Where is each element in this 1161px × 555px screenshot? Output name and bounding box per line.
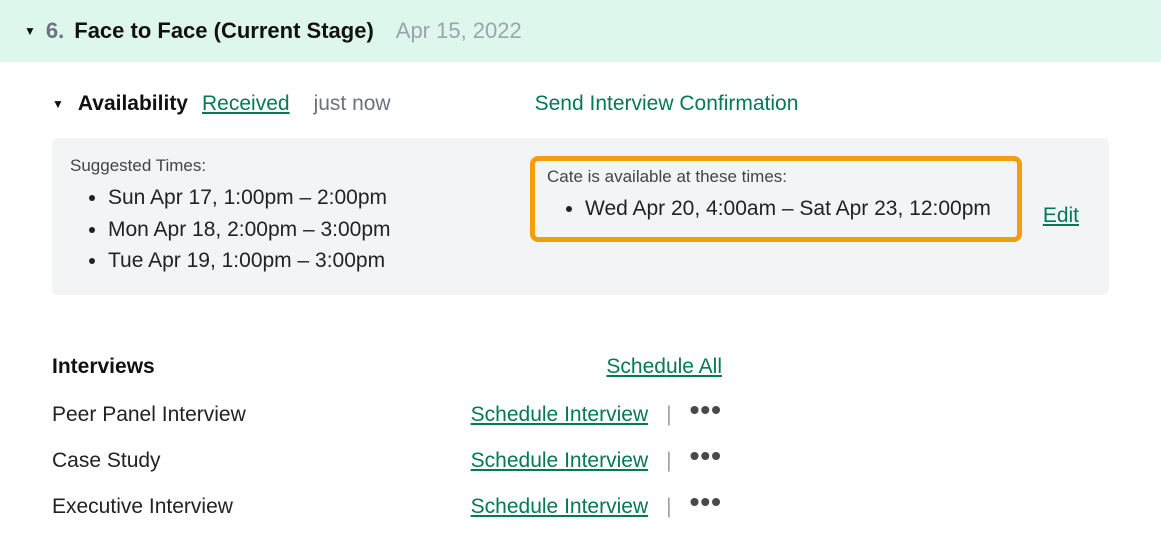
interview-row: Executive Interview Schedule Interview |…: [52, 495, 722, 519]
suggested-times-list: Sun Apr 17, 1:00pm – 2:00pm Mon Apr 18, …: [70, 182, 530, 277]
interview-row: Case Study Schedule Interview | •••: [52, 449, 722, 473]
divider: |: [666, 495, 671, 519]
divider: |: [666, 449, 671, 473]
suggested-times-column: Suggested Times: Sun Apr 17, 1:00pm – 2:…: [70, 156, 530, 277]
availability-row: ▼ Availability Received just now Send In…: [52, 92, 1109, 116]
interview-name: Peer Panel Interview: [52, 403, 246, 427]
availability-status-link[interactable]: Received: [202, 92, 290, 116]
stage-title: Face to Face (Current Stage): [74, 18, 374, 44]
suggested-times-label: Suggested Times:: [70, 156, 530, 176]
divider: |: [666, 403, 671, 427]
list-item: Wed Apr 20, 4:00am – Sat Apr 23, 12:00pm: [585, 193, 991, 225]
interview-name: Executive Interview: [52, 495, 233, 519]
schedule-interview-link[interactable]: Schedule Interview: [471, 495, 648, 519]
list-item: Mon Apr 18, 2:00pm – 3:00pm: [108, 214, 530, 246]
list-item: Tue Apr 19, 1:00pm – 3:00pm: [108, 245, 530, 277]
interviews-header: Interviews Schedule All: [52, 355, 722, 379]
edit-link[interactable]: Edit: [1023, 204, 1079, 228]
schedule-interview-link[interactable]: Schedule Interview: [471, 403, 648, 427]
candidate-availability-highlight: Cate is available at these times: Wed Ap…: [530, 156, 1022, 242]
schedule-all-link[interactable]: Schedule All: [606, 355, 722, 379]
list-item: Sun Apr 17, 1:00pm – 2:00pm: [108, 182, 530, 214]
interviews-section: Interviews Schedule All Peer Panel Inter…: [52, 355, 1109, 519]
stage-number: 6.: [46, 18, 64, 44]
candidate-times-label: Cate is available at these times:: [547, 167, 991, 187]
availability-timestamp: just now: [314, 92, 391, 116]
availability-panel: Suggested Times: Sun Apr 17, 1:00pm – 2:…: [52, 138, 1109, 295]
interview-row: Peer Panel Interview Schedule Interview …: [52, 403, 722, 427]
collapse-caret-icon[interactable]: ▼: [24, 24, 36, 38]
stage-header[interactable]: ▼ 6. Face to Face (Current Stage) Apr 15…: [0, 0, 1161, 62]
schedule-interview-link[interactable]: Schedule Interview: [471, 449, 648, 473]
candidate-times-list: Wed Apr 20, 4:00am – Sat Apr 23, 12:00pm: [547, 193, 991, 225]
stage-date: Apr 15, 2022: [396, 18, 522, 44]
availability-label: Availability: [78, 92, 188, 116]
interviews-title: Interviews: [52, 355, 155, 379]
availability-caret-icon[interactable]: ▼: [52, 97, 64, 111]
interview-name: Case Study: [52, 449, 161, 473]
send-confirmation-link[interactable]: Send Interview Confirmation: [535, 92, 799, 116]
